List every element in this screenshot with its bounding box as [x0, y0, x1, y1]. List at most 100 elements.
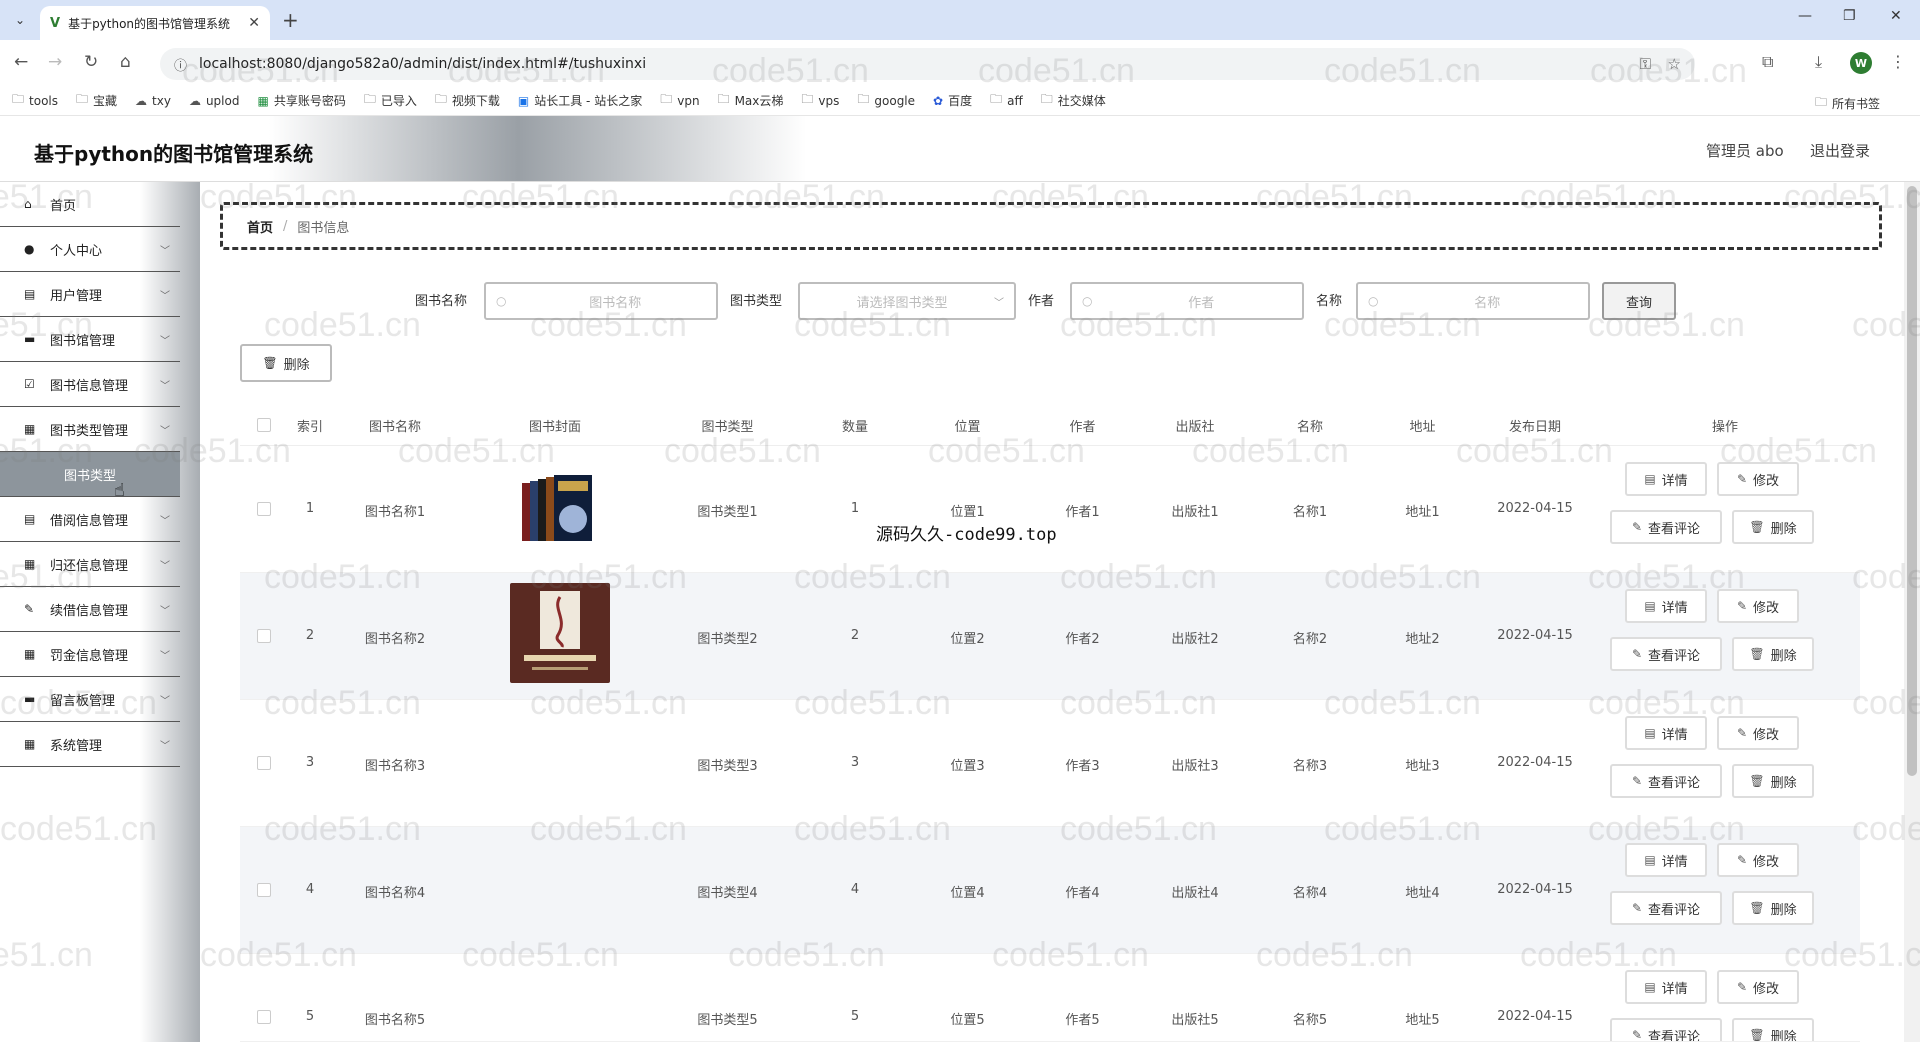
delete-button[interactable]: 🗑 删除: [1732, 764, 1814, 798]
name-input[interactable]: ○ 名称: [1356, 282, 1590, 320]
edit-button[interactable]: ✎ 修改: [1717, 970, 1799, 1004]
view-comments-button[interactable]: ✎ 查看评论: [1610, 510, 1722, 544]
bookmark-item[interactable]: ▦ 共享账号密码: [257, 92, 345, 109]
chevron-down-icon: ﹀: [994, 297, 1004, 309]
detail-button[interactable]: ▤ 详情: [1625, 462, 1707, 496]
bookmark-item[interactable]: 🗀 google: [857, 90, 915, 111]
back-icon[interactable]: ←: [14, 52, 28, 72]
bookmark-item[interactable]: 🗀 已导入: [364, 90, 417, 111]
cell-publisher: 出版社4: [1171, 886, 1219, 901]
sidebar-item-home[interactable]: ⌂ 首页: [0, 182, 180, 227]
view-comments-button[interactable]: ✎ 查看评论: [1610, 637, 1722, 671]
detail-button[interactable]: ▤ 详情: [1625, 843, 1707, 877]
sidebar-item-return[interactable]: ▦ 归还信息管理 ﹀: [0, 542, 180, 587]
extensions-icon[interactable]: ⧉: [1762, 52, 1773, 72]
sidebar-item-fine[interactable]: ▦ 罚金信息管理 ﹀: [0, 632, 180, 677]
row-checkbox[interactable]: [257, 883, 271, 897]
forward-icon[interactable]: →: [48, 52, 62, 72]
delete-button[interactable]: 🗑 删除: [1732, 1018, 1814, 1041]
logout-link[interactable]: 退出登录: [1810, 140, 1870, 161]
bookmark-item[interactable]: ✿ 百度: [933, 92, 972, 109]
download-icon[interactable]: ⤓: [1815, 52, 1822, 72]
new-tab-icon[interactable]: +: [282, 8, 299, 32]
bookmark-star-icon[interactable]: ☆: [1668, 55, 1681, 73]
tab-search-icon[interactable]: ⌄: [8, 8, 32, 32]
table-row: 2 图书名称2 图书类型2 2 位置2 作者2 出版社2 名称2 地址2 202…: [240, 573, 1860, 700]
browser-tab[interactable]: V 基于python的图书馆管理系统 ✕: [40, 6, 270, 40]
select-all-checkbox[interactable]: [257, 418, 271, 432]
sidebar-item-message[interactable]: ▬ 留言板管理 ﹀: [0, 677, 180, 722]
bookmark-item[interactable]: ☁ txy: [135, 94, 171, 108]
close-tab-icon[interactable]: ✕: [248, 15, 260, 31]
minimize-icon[interactable]: —: [1798, 8, 1812, 24]
column-header: 发布日期: [1508, 420, 1561, 435]
batch-delete-button[interactable]: 🗑 删除: [240, 344, 332, 382]
breadcrumb-home[interactable]: 首页: [247, 217, 273, 236]
search-icon: ○: [1082, 294, 1093, 308]
edit-button[interactable]: ✎ 修改: [1717, 589, 1799, 623]
bookmark-item[interactable]: 🗀 社交媒体: [1041, 90, 1106, 111]
cell-publisher: 出版社1: [1171, 505, 1219, 520]
sidebar-item-renew[interactable]: ✎ 续借信息管理 ﹀: [0, 587, 180, 632]
bookmark-item[interactable]: ☁ uplod: [189, 94, 240, 108]
book-type-select[interactable]: 请选择图书类型 ﹀: [798, 282, 1016, 320]
delete-button[interactable]: 🗑 删除: [1732, 510, 1814, 544]
cell-index: 3: [305, 755, 315, 770]
delete-button[interactable]: 🗑 删除: [1732, 891, 1814, 925]
bookmark-item[interactable]: 🗀 aff: [990, 90, 1023, 111]
bookmark-item[interactable]: 🗀 宝藏: [76, 90, 117, 111]
cell-date: 2022-04-15: [1497, 755, 1573, 770]
bookmark-item[interactable]: 🗀 vps: [801, 90, 839, 111]
row-checkbox[interactable]: [257, 629, 271, 643]
author-input[interactable]: ○ 作者: [1070, 282, 1304, 320]
page-scrollbar-thumb[interactable]: [1907, 186, 1917, 776]
profile-avatar[interactable]: W: [1850, 52, 1872, 74]
password-key-icon[interactable]: ⚿: [1640, 55, 1651, 73]
row-checkbox[interactable]: [257, 1010, 271, 1024]
detail-button[interactable]: ▤ 详情: [1625, 970, 1707, 1004]
detail-button[interactable]: ▤ 详情: [1625, 589, 1707, 623]
sidebar-item-personal[interactable]: ● 个人中心 ﹀: [0, 227, 180, 272]
bookmark-item[interactable]: 🗀 视频下载: [435, 90, 500, 111]
detail-button[interactable]: ▤ 详情: [1625, 716, 1707, 750]
sidebar-item-borrow[interactable]: ▤ 借阅信息管理 ﹀: [0, 497, 180, 542]
restore-icon[interactable]: ❐: [1843, 8, 1856, 24]
bookmark-label: txy: [152, 93, 171, 108]
menu-dots-icon[interactable]: ⋮: [1890, 52, 1906, 71]
sidebar-item-users[interactable]: ▤ 用户管理 ﹀: [0, 272, 180, 317]
sidebar-item-library[interactable]: ▬ 图书馆管理 ﹀: [0, 317, 180, 362]
cell-index: 5: [305, 1009, 315, 1024]
home-browser-icon[interactable]: ⌂: [120, 52, 131, 72]
bookmark-item[interactable]: 🗀 vpn: [660, 90, 699, 111]
cell-book-type: 图书类型4: [697, 886, 758, 901]
row-checkbox[interactable]: [257, 502, 271, 516]
reload-icon[interactable]: ↻: [84, 52, 98, 72]
bookmark-item[interactable]: 🗀 Max云梯: [718, 90, 784, 111]
url-field[interactable]: ⓘ localhost:8080/django582a0/admin/dist/…: [160, 48, 1695, 80]
book-name-input[interactable]: ○ 图书名称: [484, 282, 718, 320]
all-bookmarks[interactable]: 🗀 所有书签: [1815, 93, 1880, 114]
table-header: 索引 图书名称 图书封面 图书类型 数量 位置 作者 出版社 名称 地址 发布日…: [240, 404, 1860, 446]
cell-date: 2022-04-15: [1497, 1009, 1573, 1024]
bookmark-item[interactable]: 🗀 tools: [12, 90, 58, 111]
edit-button[interactable]: ✎ 修改: [1717, 462, 1799, 496]
view-comments-button[interactable]: ✎ 查看评论: [1610, 1018, 1722, 1041]
sidebar-item-book-info[interactable]: ☑ 图书信息管理 ﹀: [0, 362, 180, 407]
close-window-icon[interactable]: ✕: [1890, 8, 1902, 24]
site-info-icon[interactable]: ⓘ: [174, 55, 187, 74]
bookmark-item[interactable]: ▣ 站长工具 - 站长之家: [518, 92, 642, 109]
cell-index: 1: [305, 501, 315, 516]
submenu-book-type[interactable]: 图书类型: [0, 452, 180, 497]
delete-button[interactable]: 🗑 删除: [1732, 637, 1814, 671]
query-button[interactable]: 查询: [1602, 282, 1676, 320]
sheet-icon: ▦: [257, 93, 269, 108]
view-comments-button[interactable]: ✎ 查看评论: [1610, 891, 1722, 925]
edit-button[interactable]: ✎ 修改: [1717, 843, 1799, 877]
view-comments-button[interactable]: ✎ 查看评论: [1610, 764, 1722, 798]
sidebar-item-system[interactable]: ▦ 系统管理 ﹀: [0, 722, 180, 767]
chevron-down-icon: ﹀: [160, 246, 170, 257]
row-checkbox[interactable]: [257, 756, 271, 770]
edit-button[interactable]: ✎ 修改: [1717, 716, 1799, 750]
sidebar-item-book-type[interactable]: ▦ 图书类型管理 ﹀: [0, 407, 180, 452]
bookmark-label: 宝藏: [93, 94, 118, 108]
